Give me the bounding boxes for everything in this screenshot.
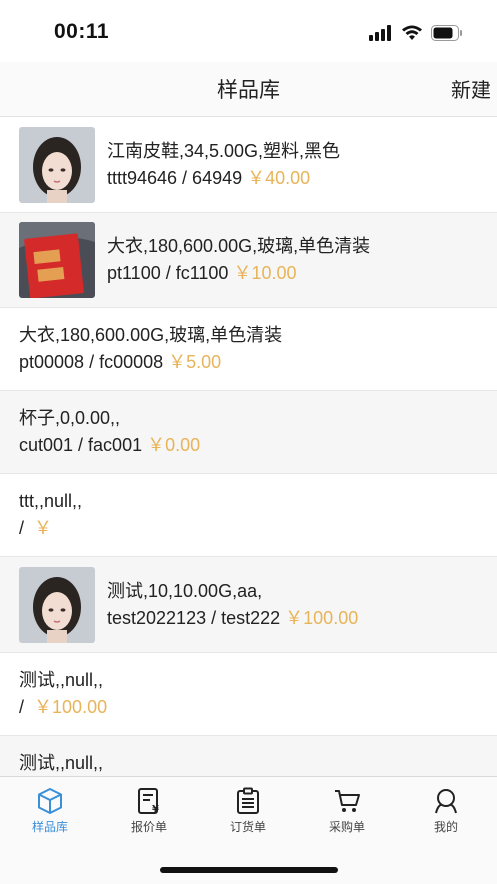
item-codes: tttt94646 / 64949 [107, 167, 243, 188]
item-thumbnail [19, 126, 95, 203]
item-thumbnail [19, 566, 95, 643]
item-codes: cut001 / fac001 [19, 435, 143, 455]
item-codes-line: tttt94646 / 64949 ￥40.00 [107, 165, 340, 192]
item-text: 大衣,180,600.00G,玻璃,单色清装 pt00008 / fc00008… [0, 322, 282, 376]
signal-icon [369, 25, 391, 41]
quote-icon: ¥ [138, 788, 159, 815]
item-price: ￥10.00 [233, 263, 297, 283]
item-price: ￥100.00 [285, 607, 359, 628]
tab-order[interactable]: 订货单 [208, 787, 288, 835]
cart-icon [335, 790, 360, 812]
item-title: 测试,,null,, [19, 670, 104, 690]
sample-list[interactable]: 江南皮鞋,34,5.00G,塑料,黑色 tttt94646 / 64949 ￥4… [0, 117, 497, 776]
tab-quotation[interactable]: ¥ 报价单 [109, 787, 189, 835]
item-text: 测试,10,10.00G,aa, test2022123 / test222 ￥… [107, 578, 358, 632]
list-item[interactable]: 大衣,180,600.00G,玻璃,单色清装 pt1100 / fc1100 ￥… [0, 213, 497, 308]
item-codes-line: / ￥ [19, 515, 82, 542]
item-price: ￥0.00 [147, 435, 201, 455]
list-item[interactable]: 杯子,0,0.00,, cut001 / fac001 ￥0.00 [0, 391, 497, 474]
tab-label: 我的 [433, 820, 458, 834]
item-title: ttt,,null,, [19, 491, 83, 511]
item-price: ￥ [34, 518, 53, 538]
profile-icon [435, 789, 457, 814]
tab-label: 样品库 [31, 820, 68, 834]
tab-sample-library[interactable]: 样品库 [10, 787, 90, 835]
tab-label: 报价单 [130, 820, 167, 834]
tab-label: 订货单 [229, 820, 266, 834]
item-title: 测试,10,10.00G,aa, [107, 580, 263, 601]
item-codes-line: / ￥100.00 [19, 694, 107, 721]
item-codes: pt1100 / fc1100 [107, 263, 229, 283]
item-title: 江南皮鞋,34,5.00G,塑料,黑色 [107, 140, 341, 161]
battery-icon [431, 25, 462, 41]
item-text: ttt,,null,, / ￥ [0, 488, 82, 542]
item-title: 大衣,180,600.00G,玻璃,单色清装 [107, 236, 371, 256]
item-codes-line: pt1100 / fc1100 ￥10.00 [107, 260, 370, 287]
list-item[interactable]: ttt,,null,, / ￥ [0, 474, 497, 557]
svg-text:¥: ¥ [152, 804, 159, 815]
tab-profile[interactable]: 我的 [406, 787, 486, 835]
tab-label: 采购单 [328, 820, 365, 834]
list-item[interactable]: 江南皮鞋,34,5.00G,塑料,黑色 tttt94646 / 64949 ￥4… [0, 117, 497, 213]
clipboard-icon [237, 787, 259, 814]
item-price: ￥5.00 [168, 352, 222, 372]
list-item[interactable]: 测试,,null,, [0, 736, 497, 776]
navigation-bar: 样品库 新建 [0, 62, 497, 117]
new-button[interactable]: 新建 [451, 74, 491, 103]
item-text: 大衣,180,600.00G,玻璃,单色清装 pt1100 / fc1100 ￥… [107, 233, 370, 287]
item-text: 杯子,0,0.00,, cut001 / fac001 ￥0.00 [0, 405, 200, 459]
item-codes: / [19, 697, 30, 717]
item-codes-line: cut001 / fac001 ￥0.00 [19, 432, 200, 459]
item-codes: test2022123 / test222 [107, 607, 281, 628]
item-title: 大衣,180,600.00G,玻璃,单色清装 [19, 325, 283, 345]
list-item[interactable]: 大衣,180,600.00G,玻璃,单色清装 pt00008 / fc00008… [0, 308, 497, 391]
item-codes: / [19, 518, 30, 538]
cube-icon [38, 788, 62, 814]
home-indicator [160, 867, 338, 873]
wifi-icon [402, 25, 422, 40]
item-codes-line: pt00008 / fc00008 ￥5.00 [19, 349, 282, 376]
item-text: 江南皮鞋,34,5.00G,塑料,黑色 tttt94646 / 64949 ￥4… [107, 138, 340, 192]
status-bar: 00:11 [0, 0, 497, 62]
page-title: 样品库 [217, 79, 280, 102]
list-item[interactable]: 测试,,null,, / ￥100.00 [0, 653, 497, 736]
item-price: ￥100.00 [34, 697, 108, 717]
list-item[interactable]: 测试,10,10.00G,aa, test2022123 / test222 ￥… [0, 557, 497, 653]
tab-purchase[interactable]: 采购单 [307, 787, 387, 835]
status-icons [369, 23, 463, 43]
item-title: 测试,,null,, [19, 753, 104, 773]
item-thumbnail [19, 222, 95, 298]
status-time: 00:11 [54, 20, 110, 43]
item-codes-line: test2022123 / test222 ￥100.00 [107, 605, 358, 632]
item-price: ￥40.00 [247, 167, 311, 188]
item-text: 测试,,null,, / ￥100.00 [0, 667, 107, 721]
item-codes: pt00008 / fc00008 [19, 352, 164, 372]
item-text: 测试,,null,, [0, 750, 103, 776]
item-title: 杯子,0,0.00,, [19, 408, 121, 428]
